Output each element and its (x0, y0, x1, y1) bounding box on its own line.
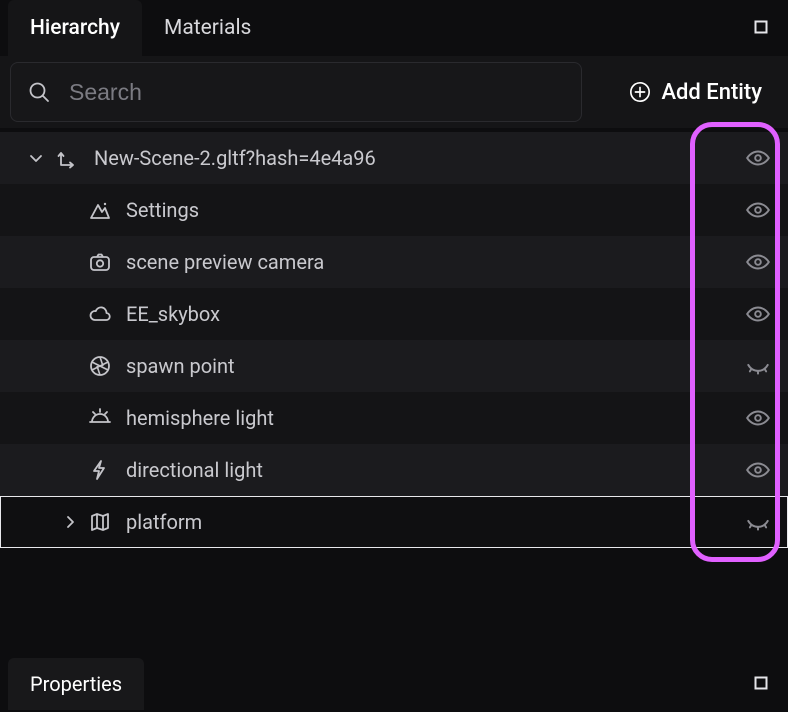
hierarchy-item-directional-light[interactable]: directional light (0, 444, 788, 496)
hierarchy-item-hemisphere-light[interactable]: hemisphere light (0, 392, 788, 444)
maximize-panel-button[interactable] (752, 18, 770, 36)
expand-toggle[interactable] (24, 150, 48, 166)
eye-open-icon (745, 249, 771, 275)
eye-closed-icon (745, 509, 771, 535)
hierarchy-item-settings[interactable]: Settings (0, 184, 788, 236)
hierarchy-root[interactable]: New-Scene-2.gltf?hash=4e4a96 (0, 132, 788, 184)
eye-open-icon (745, 145, 771, 171)
visibility-toggle[interactable] (728, 405, 788, 431)
hierarchy-toolbar: Add Entity (0, 56, 788, 128)
search-icon (27, 80, 51, 104)
eye-open-icon (745, 405, 771, 431)
bolt-icon (86, 458, 114, 482)
hierarchy-item-label: Settings (126, 198, 728, 222)
eye-open-icon (745, 301, 771, 327)
hierarchy-item-spawn-point[interactable]: spawn point (0, 340, 788, 392)
hierarchy-item-skybox[interactable]: EE_skybox (0, 288, 788, 340)
eye-closed-icon (745, 353, 771, 379)
aperture-icon (86, 354, 114, 378)
search-field[interactable] (10, 62, 582, 122)
visibility-toggle[interactable] (728, 301, 788, 327)
hierarchy-root-label: New-Scene-2.gltf?hash=4e4a96 (94, 146, 728, 170)
visibility-toggle[interactable] (728, 457, 788, 483)
mountain-icon (86, 198, 114, 222)
maximize-properties-button[interactable] (752, 674, 770, 692)
visibility-toggle[interactable] (728, 197, 788, 223)
map-icon (86, 510, 114, 534)
visibility-toggle[interactable] (728, 145, 788, 171)
properties-panel-header: Properties (0, 656, 788, 712)
hierarchy-item-label: platform (126, 510, 728, 534)
visibility-toggle[interactable] (728, 353, 788, 379)
sun-icon (86, 406, 114, 430)
add-entity-label: Add Entity (661, 80, 762, 105)
eye-open-icon (745, 457, 771, 483)
hierarchy-item-label: EE_skybox (126, 302, 728, 326)
plus-circle-icon (629, 81, 651, 103)
visibility-toggle[interactable] (728, 249, 788, 275)
visibility-toggle[interactable] (728, 509, 788, 535)
add-entity-button[interactable]: Add Entity (607, 62, 780, 122)
transform-icon (54, 146, 82, 170)
maximize-icon (754, 20, 768, 34)
hierarchy-item-camera[interactable]: scene preview camera (0, 236, 788, 288)
search-input[interactable] (67, 78, 565, 107)
tab-hierarchy[interactable]: Hierarchy (8, 0, 142, 56)
hierarchy-item-label: spawn point (126, 354, 728, 378)
expand-toggle[interactable] (58, 514, 82, 530)
tab-materials[interactable]: Materials (142, 0, 273, 56)
hierarchy-item-label: scene preview camera (126, 250, 728, 274)
hierarchy-item-platform[interactable]: platform (0, 496, 788, 548)
maximize-icon (754, 676, 768, 690)
camera-icon (86, 250, 114, 274)
chevron-down-icon (28, 150, 44, 166)
hierarchy-list: New-Scene-2.gltf?hash=4e4a96 Settings sc… (0, 132, 788, 548)
hierarchy-item-label: hemisphere light (126, 406, 728, 430)
panel-tabs: Hierarchy Materials (0, 0, 788, 56)
tab-properties[interactable]: Properties (8, 658, 144, 710)
chevron-right-icon (62, 514, 78, 530)
cloud-icon (86, 302, 114, 326)
eye-open-icon (745, 197, 771, 223)
hierarchy-item-label: directional light (126, 458, 728, 482)
